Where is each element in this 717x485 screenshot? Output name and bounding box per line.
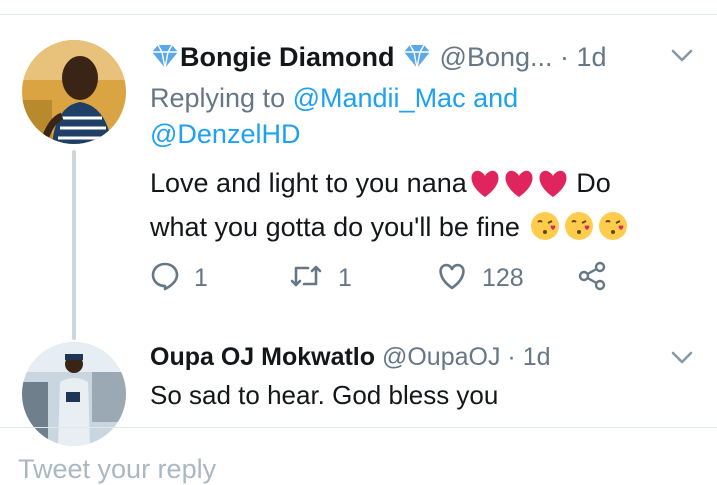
avatar-bongie[interactable] [22, 40, 126, 144]
tweet-1-header: Bongie Diamond @Bong... · 1d [150, 40, 607, 77]
tweet-text-segment: what you gotta do you'll be fine [150, 212, 520, 242]
reply-composer-placeholder[interactable]: Tweet your reply [18, 454, 216, 485]
reply-count: 1 [194, 263, 208, 292]
kissing-face-emoji [529, 210, 561, 252]
author-name[interactable]: Bongie Diamond [180, 42, 395, 72]
red-heart-emoji [537, 170, 569, 208]
chevron-down-icon[interactable] [670, 48, 694, 69]
timestamp[interactable]: · 1d [500, 343, 550, 371]
timestamp[interactable]: · 1d [560, 42, 607, 72]
share-icon [576, 260, 608, 297]
tweet-2-header: Oupa OJ Mokwatlo @OupaOJ · 1d [150, 340, 551, 374]
avatar-oupa[interactable] [22, 342, 126, 446]
like-count: 128 [482, 263, 524, 292]
retweet-icon [288, 261, 324, 296]
tweet-text-line: Love and light to you nana Do [150, 164, 690, 208]
reply-button[interactable]: 1 [150, 258, 208, 298]
red-heart-emoji [503, 170, 535, 208]
top-divider [0, 14, 717, 15]
red-heart-emoji [469, 170, 501, 208]
mention-link[interactable]: @Mandii_Mac [293, 83, 466, 113]
like-button[interactable]: 128 [436, 258, 524, 298]
author-handle[interactable]: @OupaOJ [382, 343, 500, 371]
replying-label: Replying to [150, 83, 286, 113]
reply-icon [150, 261, 180, 296]
replying-to: Replying to @Mandii_Mac and @DenzelHD [150, 80, 670, 152]
tweet-text-segment: Love and light to you nana [150, 168, 467, 198]
mention-link[interactable]: @DenzelHD [150, 119, 300, 149]
tweet-text-line: what you gotta do you'll be fine [150, 208, 690, 252]
author-handle[interactable]: @Bong... [440, 42, 553, 72]
time-value: 1d [576, 42, 607, 72]
tweet-text-segment: Do [576, 168, 611, 198]
mention-connector[interactable]: and [473, 83, 518, 113]
chevron-down-icon[interactable] [670, 350, 694, 371]
tweet-2-text: So sad to hear. God bless you [150, 380, 499, 410]
kissing-face-emoji [563, 210, 595, 252]
share-button[interactable] [576, 258, 608, 298]
author-name[interactable]: Oupa OJ Mokwatlo [150, 343, 375, 371]
retweet-button[interactable]: 1 [288, 258, 352, 298]
blue-diamond-emoji [150, 43, 180, 77]
thread-line [72, 150, 76, 340]
kissing-face-emoji [597, 210, 629, 252]
retweet-count: 1 [338, 263, 352, 292]
tweet-1-text: Love and light to you nana Do what you g… [150, 164, 690, 252]
time-value: 1d [522, 343, 551, 371]
heart-icon [436, 261, 468, 296]
blue-diamond-emoji [402, 43, 432, 77]
bottom-divider [0, 427, 717, 428]
